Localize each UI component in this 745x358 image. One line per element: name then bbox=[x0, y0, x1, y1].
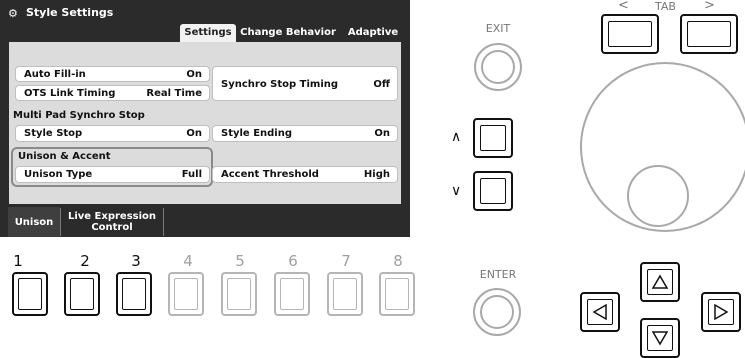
function-button-5[interactable] bbox=[221, 272, 257, 316]
ots-link-timing-value: Real Time bbox=[146, 88, 202, 99]
accent-threshold-row[interactable]: Accent Threshold High bbox=[212, 166, 398, 183]
synchro-stop-timing-label: Synchro Stop Timing bbox=[221, 79, 339, 90]
function-button-4[interactable] bbox=[168, 272, 204, 316]
synchro-stop-timing-row[interactable]: Synchro Stop Timing Off bbox=[212, 66, 398, 101]
multi-pad-section-label: Multi Pad Synchro Stop bbox=[13, 110, 145, 121]
down-arrow-icon: ∨ bbox=[451, 183, 462, 199]
tab-settings[interactable]: Settings bbox=[180, 24, 236, 42]
style-ending-label: Style Ending bbox=[221, 128, 293, 139]
up-arrow-icon: ∧ bbox=[451, 129, 462, 145]
tab-unison[interactable]: Unison bbox=[8, 207, 60, 237]
ots-link-timing-row[interactable]: OTS Link Timing Real Time bbox=[15, 85, 210, 101]
auto-fill-in-row[interactable]: Auto Fill-in On bbox=[15, 66, 210, 82]
number-label-7: 7 bbox=[341, 252, 351, 270]
tab-live-expression-control[interactable]: Live Expression Control bbox=[61, 207, 163, 237]
pad-right-button[interactable] bbox=[701, 292, 741, 332]
pad-left-button[interactable] bbox=[580, 292, 620, 332]
pad-down-button[interactable] bbox=[640, 318, 680, 358]
function-button-6[interactable] bbox=[274, 272, 310, 316]
data-dial-knob[interactable] bbox=[627, 165, 689, 227]
number-label-6: 6 bbox=[288, 252, 298, 270]
function-button-1[interactable] bbox=[12, 272, 48, 316]
style-stop-value: On bbox=[186, 128, 202, 139]
function-button-2[interactable] bbox=[64, 272, 100, 316]
style-ending-row[interactable]: Style Ending On bbox=[212, 125, 398, 142]
triangle-right-icon bbox=[714, 303, 729, 321]
number-label-3: 3 bbox=[131, 252, 141, 270]
style-settings-icon: ⚙ bbox=[8, 7, 18, 20]
triangle-up-icon bbox=[651, 274, 669, 289]
ots-link-timing-label: OTS Link Timing bbox=[24, 88, 116, 99]
up-button[interactable] bbox=[473, 118, 513, 158]
triangle-down-icon bbox=[651, 331, 669, 346]
auto-fill-in-value: On bbox=[186, 69, 202, 80]
number-label-1: 1 bbox=[13, 252, 23, 270]
style-stop-label: Style Stop bbox=[24, 128, 83, 139]
screen-title: Style Settings bbox=[26, 6, 114, 19]
down-button[interactable] bbox=[473, 171, 513, 211]
number-label-2: 2 bbox=[80, 252, 90, 270]
number-label-4: 4 bbox=[183, 252, 193, 270]
function-button-3[interactable] bbox=[116, 272, 152, 316]
accent-threshold-label: Accent Threshold bbox=[221, 169, 319, 180]
tab-left-symbol-icon: < bbox=[618, 0, 629, 13]
exit-caption: EXIT bbox=[485, 22, 511, 35]
tab-right-button[interactable] bbox=[680, 14, 738, 54]
tab-change-behavior[interactable]: Change Behavior bbox=[238, 24, 338, 42]
enter-button[interactable] bbox=[473, 288, 521, 336]
unison-accent-section-label: Unison & Accent bbox=[18, 151, 111, 162]
function-button-7[interactable] bbox=[327, 272, 363, 316]
style-ending-value: On bbox=[374, 128, 390, 139]
pad-up-button[interactable] bbox=[640, 262, 680, 302]
exit-button[interactable] bbox=[474, 43, 522, 91]
tab-adaptive[interactable]: Adaptive bbox=[342, 24, 404, 42]
unison-type-label: Unison Type bbox=[24, 169, 93, 180]
tab-left-button[interactable] bbox=[601, 14, 659, 54]
enter-caption: ENTER bbox=[479, 268, 517, 281]
tab-right-symbol-icon: > bbox=[704, 0, 715, 13]
auto-fill-in-label: Auto Fill-in bbox=[24, 69, 86, 80]
accent-threshold-value: High bbox=[363, 169, 390, 180]
synchro-stop-timing-value: Off bbox=[373, 79, 390, 90]
tab-unison-label: Unison bbox=[14, 216, 54, 228]
style-stop-row[interactable]: Style Stop On bbox=[15, 125, 210, 142]
unison-type-row[interactable]: Unison Type Full bbox=[15, 166, 210, 183]
number-label-5: 5 bbox=[235, 252, 245, 270]
tab-live-expression-label-line1: Live Expression bbox=[67, 211, 157, 222]
number-label-8: 8 bbox=[393, 252, 403, 270]
tab-caption: TAB bbox=[655, 0, 676, 13]
triangle-left-icon bbox=[592, 303, 607, 321]
bottom-tab-divider bbox=[163, 208, 164, 236]
tab-live-expression-label-line2: Control bbox=[91, 222, 133, 233]
unison-type-value: Full bbox=[181, 169, 202, 180]
function-button-8[interactable] bbox=[379, 272, 415, 316]
